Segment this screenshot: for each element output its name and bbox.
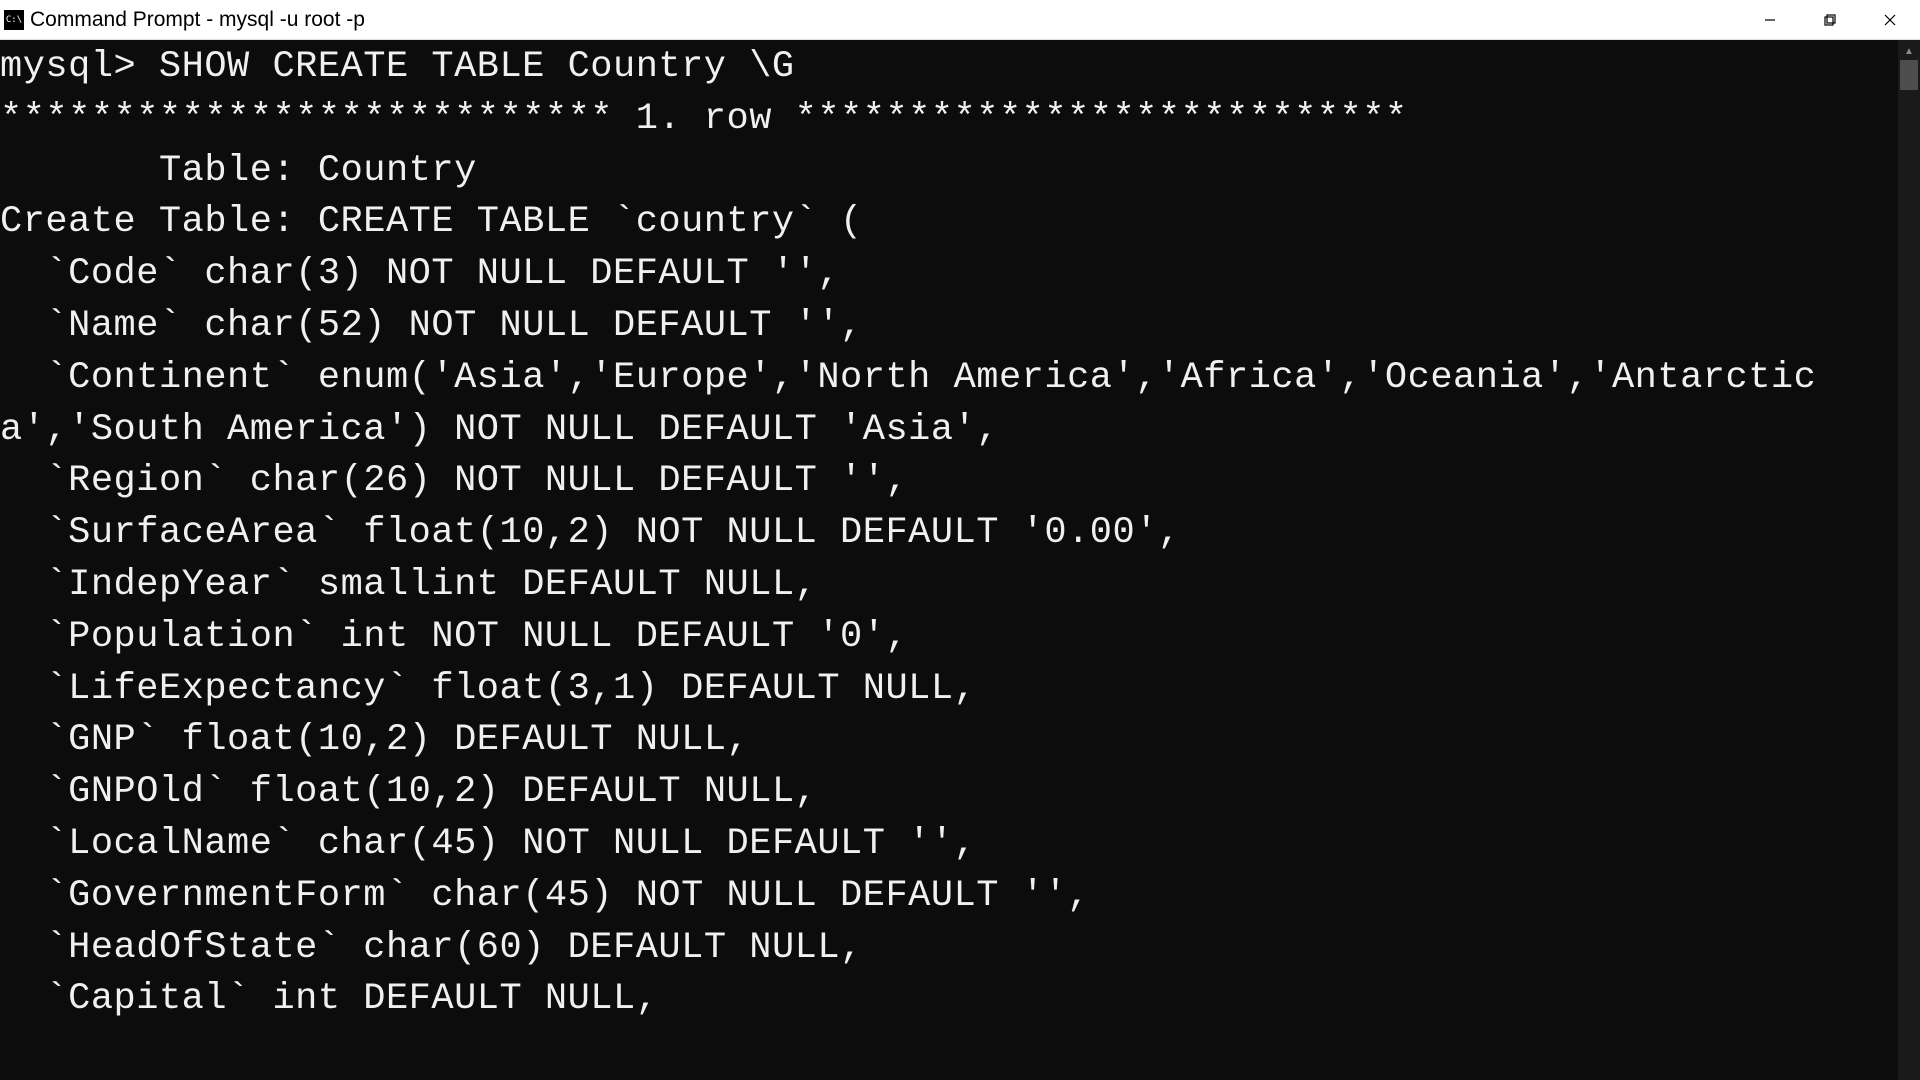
window-title: Command Prompt - mysql -u root -p <box>30 8 1740 32</box>
terminal-output[interactable]: mysql> SHOW CREATE TABLE Country \G ****… <box>0 40 1898 1080</box>
window-controls <box>1740 0 1920 39</box>
scrollbar-up-arrow[interactable]: ▲ <box>1900 42 1918 60</box>
maximize-button[interactable] <box>1800 0 1860 39</box>
terminal-wrapper: mysql> SHOW CREATE TABLE Country \G ****… <box>0 40 1920 1080</box>
scrollbar-vertical[interactable]: ▲ <box>1898 40 1920 1080</box>
scrollbar-thumb[interactable] <box>1900 60 1918 90</box>
cmd-icon: C:\ <box>4 10 24 30</box>
close-button[interactable] <box>1860 0 1920 39</box>
minimize-button[interactable] <box>1740 0 1800 39</box>
titlebar: C:\ Command Prompt - mysql -u root -p <box>0 0 1920 40</box>
